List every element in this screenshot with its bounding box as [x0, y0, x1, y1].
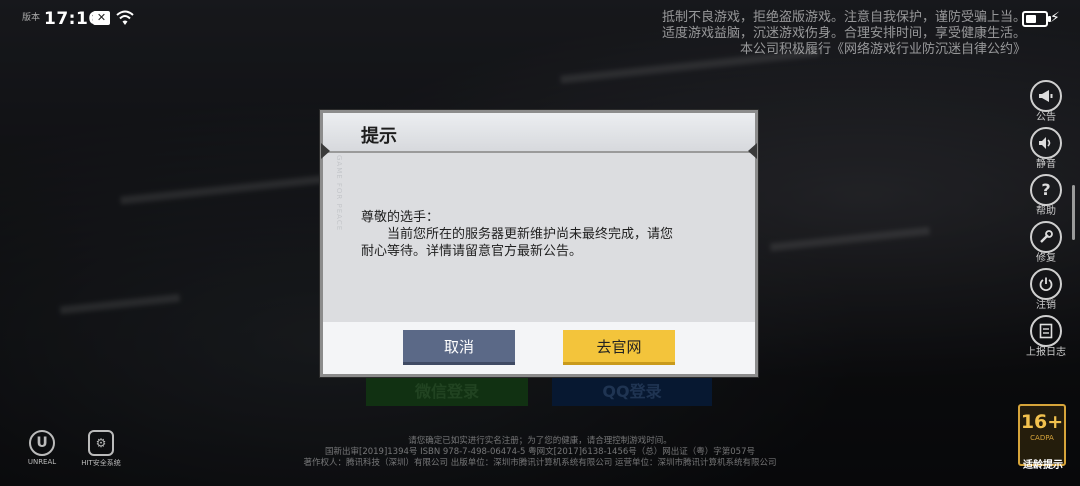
- unreal-logo-label: UNREAL: [27, 458, 57, 466]
- unreal-engine-logo: U UNREAL: [22, 430, 62, 466]
- age-rating-label[interactable]: 适龄提示: [1016, 456, 1070, 471]
- charging-icon: ⚡: [1050, 10, 1060, 26]
- anti-addiction-notice: 抵制不良游戏，拒绝盗版游戏。注意自我保护，谨防受骗上当。 适度游戏益脑，沉迷游戏…: [606, 10, 1026, 58]
- go-to-website-button[interactable]: 去官网: [563, 330, 675, 365]
- maintenance-dialog: 提示 GAME FOR PEACE 尊敬的选手： 当前您所在的服务器更新维护尚未…: [320, 110, 758, 377]
- hit-logo-label: HIT安全系统: [81, 459, 121, 467]
- toolbar-label: 上报日志: [1026, 347, 1066, 358]
- dialog-footer: 取消 去官网: [323, 322, 755, 374]
- help-button[interactable]: ? 帮助: [1026, 174, 1066, 221]
- notice-line: 适度游戏益脑，沉迷游戏伤身。合理安排时间，享受健康生活。: [661, 26, 1026, 41]
- log-icon: [1030, 315, 1062, 347]
- unreal-logo-icon: U: [29, 430, 55, 456]
- age-rating-number: 16+: [1020, 411, 1064, 433]
- toolbar-label: 静音: [1036, 159, 1056, 170]
- hit-security-logo: ⚙ HIT安全系统: [76, 430, 126, 468]
- cancel-button[interactable]: 取消: [403, 330, 515, 365]
- dialog-corner-ornament: [321, 143, 330, 159]
- dialog-message: 尊敬的选手： 当前您所在的服务器更新维护尚未最终完成，请您 耐心等待。详情请留意…: [361, 209, 731, 260]
- power-icon: [1030, 268, 1062, 300]
- announcement-button[interactable]: 公告: [1026, 80, 1066, 127]
- scrollbar[interactable]: [1072, 185, 1075, 240]
- logout-button[interactable]: 注销: [1026, 268, 1066, 315]
- dialog-message-line: 当前您所在的服务器更新维护尚未最终完成，请您: [387, 227, 674, 242]
- help-icon: ?: [1030, 174, 1062, 206]
- wifi-icon: [116, 10, 134, 25]
- notice-line: 本公司积极履行《网络游戏行业防沉迷自律公约》: [739, 42, 1026, 57]
- footer-line: 著作权人：腾讯科技（深圳）有限公司 出版单位：深圳市腾讯计算机系统有限公司 运营…: [303, 458, 777, 468]
- version-tag: 版本: [22, 13, 41, 23]
- cancel-button-label: 取消: [443, 337, 474, 356]
- dialog-message-line: 耐心等待。详情请留意官方最新公告。: [361, 244, 583, 259]
- age-rating-org: CADPA: [1030, 434, 1054, 442]
- footer-line: 国新出审[2019]1394号 ISBN 978-7-498-06474-5 粤…: [325, 447, 755, 457]
- go-to-website-label: 去官网: [596, 337, 642, 356]
- megaphone-icon: [1030, 80, 1062, 112]
- mute-button[interactable]: 静音: [1026, 127, 1066, 174]
- repair-button[interactable]: 修复: [1026, 221, 1066, 268]
- dialog-greeting: 尊敬的选手：: [361, 210, 440, 225]
- notice-line: 抵制不良游戏，拒绝盗版游戏。注意自我保护，谨防受骗上当。: [661, 10, 1026, 25]
- dialog-watermark: GAME FOR PEACE: [335, 155, 343, 232]
- toolbar-label: 注销: [1036, 300, 1056, 311]
- footer-line: 请您确定已如实进行实名注册；为了您的健康，请合理控制游戏时间。: [408, 436, 672, 446]
- side-toolbar: 公告 静音 ? 帮助 修复 注销 上报日志: [1026, 80, 1066, 362]
- toolbar-label: 公告: [1036, 112, 1056, 123]
- notification-icon: ✕: [93, 11, 110, 25]
- legal-footer: 请您确定已如实进行实名注册；为了您的健康，请合理控制游戏时间。 国新出审[201…: [230, 436, 850, 469]
- speaker-icon: [1030, 127, 1062, 159]
- toolbar-label: 修复: [1036, 253, 1056, 264]
- report-log-button[interactable]: 上报日志: [1026, 315, 1066, 362]
- dialog-corner-ornament: [748, 143, 757, 159]
- dialog-title: 提示: [361, 126, 397, 147]
- battery-level: [1026, 15, 1036, 23]
- hit-logo-icon: ⚙: [88, 430, 114, 456]
- dialog-header: 提示: [323, 113, 755, 153]
- wrench-icon: [1030, 221, 1062, 253]
- toolbar-label: 帮助: [1036, 206, 1056, 217]
